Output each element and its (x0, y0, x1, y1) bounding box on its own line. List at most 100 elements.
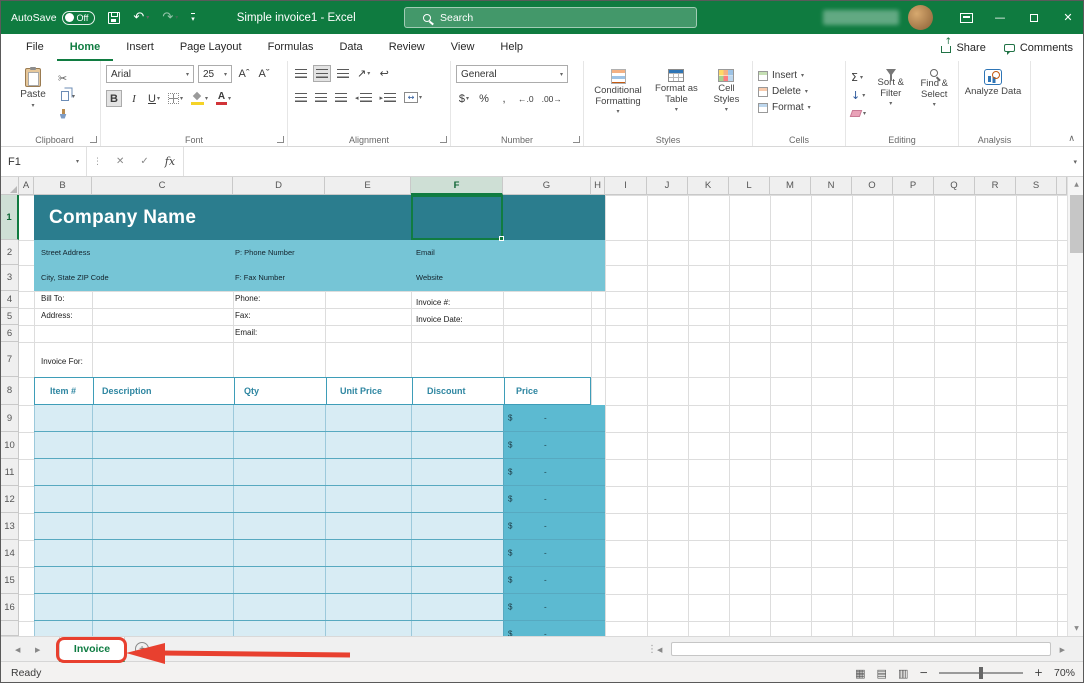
user-profile-name[interactable] (823, 10, 899, 25)
italic-button[interactable]: I (126, 90, 142, 107)
invoice-row-cells[interactable] (34, 513, 503, 539)
undo-button[interactable]: ↶▾ (133, 10, 149, 25)
decrease-font-button[interactable]: Aˇ (256, 66, 272, 83)
vertical-scrollbar[interactable]: ▲ ▼ (1067, 177, 1084, 636)
column-header-E[interactable]: E (325, 177, 411, 195)
ribbon-tab-review[interactable]: Review (376, 34, 438, 61)
autosave-toggle[interactable]: AutoSave Off (11, 11, 95, 25)
wrap-text-button[interactable]: ↩ (376, 65, 392, 82)
column-header-O[interactable]: O (852, 177, 893, 195)
zoom-level[interactable]: 70% (1054, 667, 1075, 679)
active-cell-selection[interactable] (411, 195, 503, 240)
font-color-button[interactable]: A▾ (214, 90, 233, 107)
formula-bar-splitter[interactable]: ⋮ (93, 157, 102, 167)
align-center-button[interactable] (313, 89, 329, 106)
column-header-G[interactable]: G (503, 177, 591, 195)
row-header-13[interactable]: 13 (1, 513, 19, 540)
ribbon-tab-formulas[interactable]: Formulas (255, 34, 327, 61)
invoice-price-cell[interactable]: $- (503, 459, 605, 485)
cancel-button[interactable]: ✕ (116, 156, 124, 167)
invoice-price-cell[interactable]: $- (503, 405, 605, 431)
column-header-L[interactable]: L (729, 177, 770, 195)
row-header-7[interactable]: 7 (1, 342, 19, 377)
number-dialog-launcher[interactable] (573, 136, 580, 143)
column-header-C[interactable]: C (92, 177, 233, 195)
bottom-align-button[interactable] (335, 65, 351, 82)
save-button[interactable] (108, 12, 120, 24)
sheet-nav-right-button[interactable]: ▶ (35, 637, 40, 662)
normal-view-button[interactable]: ▦ (855, 667, 865, 680)
align-left-button[interactable] (293, 89, 309, 106)
row-header-11[interactable]: 11 (1, 459, 19, 486)
formula-input[interactable] (183, 147, 1073, 176)
top-align-button[interactable] (293, 65, 309, 82)
comments-button[interactable]: Comments (1004, 42, 1073, 54)
row-header-3[interactable]: 3 (1, 265, 19, 291)
comma-style-button[interactable]: , (496, 90, 512, 107)
font-size-select[interactable]: 25▾ (198, 65, 232, 83)
close-button[interactable]: ✕ (1051, 1, 1084, 34)
row-header-10[interactable]: 10 (1, 432, 19, 459)
format-as-table-button[interactable]: Format as Table▾ (653, 65, 700, 116)
sort-filter-button[interactable]: Sort & Filter▾ (872, 65, 909, 120)
invoice-row-cells[interactable] (34, 405, 503, 431)
invoice-price-cell[interactable]: $- (503, 486, 605, 512)
user-avatar[interactable] (908, 5, 933, 30)
decrease-decimal-button[interactable]: .00→ (540, 90, 564, 107)
ribbon-tab-file[interactable]: File (13, 34, 57, 61)
horizontal-scrollbar[interactable]: ◀ ▶ (657, 641, 1067, 658)
row-header-16[interactable]: 16 (1, 594, 19, 621)
row-header-4[interactable]: 4 (1, 291, 19, 308)
page-layout-view-button[interactable]: ▤ (877, 667, 887, 680)
align-right-button[interactable] (333, 89, 349, 106)
insert-cells-button[interactable]: Insert▾ (758, 70, 840, 81)
underline-button[interactable]: U▾ (146, 90, 162, 107)
zoom-in-button[interactable]: + (1034, 667, 1043, 679)
name-box[interactable]: F1▾ (1, 147, 87, 176)
row-header-extra[interactable] (1, 621, 19, 636)
zoom-slider-thumb[interactable] (979, 667, 983, 679)
alignment-dialog-launcher[interactable] (440, 136, 447, 143)
invoice-price-cell[interactable]: $- (503, 513, 605, 539)
increase-indent-button[interactable]: ▸ (378, 89, 399, 106)
clipboard-dialog-launcher[interactable] (90, 136, 97, 143)
invoice-row-cells[interactable] (34, 540, 503, 566)
horizontal-scroll-thumb[interactable] (671, 642, 1051, 656)
invoice-price-cell[interactable]: $- (503, 621, 605, 636)
format-painter-button[interactable] (58, 107, 75, 121)
column-header-M[interactable]: M (770, 177, 811, 195)
delete-cells-button[interactable]: Delete▾ (758, 86, 840, 97)
column-header-J[interactable]: J (647, 177, 688, 195)
row-header-14[interactable]: 14 (1, 540, 19, 567)
select-all-button[interactable] (1, 177, 19, 195)
row-header-5[interactable]: 5 (1, 308, 19, 325)
column-header-N[interactable]: N (811, 177, 852, 195)
increase-decimal-button[interactable]: ←.0 (516, 90, 536, 107)
format-cells-button[interactable]: Format▾ (758, 102, 840, 113)
invoice-row-cells[interactable] (34, 594, 503, 620)
clear-button[interactable]: ▾ (851, 106, 866, 120)
find-select-button[interactable]: Find & Select▾ (916, 65, 953, 120)
share-button[interactable]: Share (941, 42, 985, 54)
invoice-table-row[interactable]: $- (34, 567, 605, 594)
invoice-table-row[interactable]: $- (34, 621, 605, 636)
font-name-select[interactable]: Arial▾ (106, 65, 194, 83)
invoice-price-cell[interactable]: $- (503, 567, 605, 593)
row-header-9[interactable]: 9 (1, 405, 19, 432)
invoice-table-row[interactable]: $- (34, 540, 605, 567)
invoice-table-row[interactable]: $- (34, 594, 605, 621)
invoice-table-row[interactable]: $- (34, 486, 605, 513)
invoice-row-cells[interactable] (34, 621, 503, 636)
decrease-indent-button[interactable]: ◂ (353, 89, 374, 106)
invoice-row-cells[interactable] (34, 486, 503, 512)
autosave-switch[interactable]: Off (62, 11, 96, 25)
number-format-select[interactable]: General▾ (456, 65, 568, 83)
column-header-D[interactable]: D (233, 177, 325, 195)
column-header-K[interactable]: K (688, 177, 729, 195)
ribbon-tab-insert[interactable]: Insert (113, 34, 167, 61)
formula-bar-expand-button[interactable]: ▾ (1073, 158, 1077, 166)
cell-styles-button[interactable]: Cell Styles▾ (706, 65, 747, 116)
scroll-down-button[interactable]: ▼ (1068, 621, 1084, 636)
column-header-A[interactable]: A (19, 177, 34, 195)
collapse-ribbon-button[interactable]: ∧ (1068, 134, 1075, 144)
